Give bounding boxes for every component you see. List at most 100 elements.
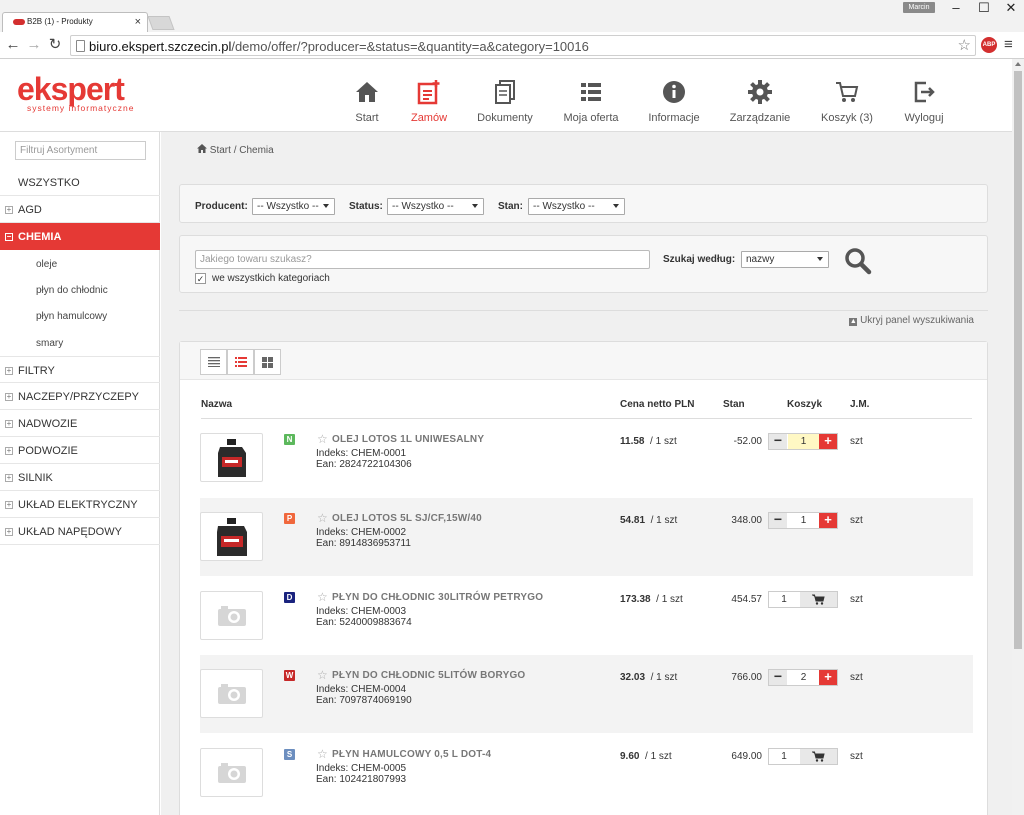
product-name[interactable]: OLEJ LOTOS 1L UNIWESALNY: [332, 434, 484, 445]
window-close-icon[interactable]: ✕: [997, 0, 1024, 16]
quantity-input[interactable]: 1: [769, 749, 799, 764]
minimize-icon[interactable]: –: [942, 0, 970, 16]
sidebar-item-silnik[interactable]: + SILNIK: [0, 464, 160, 491]
quantity-input[interactable]: 2: [788, 670, 819, 685]
scrollbar-thumb[interactable]: [1014, 71, 1022, 649]
sidebar-item-electrical[interactable]: + UKŁAD ELEKTRYCZNY: [0, 491, 160, 518]
back-icon[interactable]: ←: [4, 36, 22, 54]
list-view-button[interactable]: [200, 349, 227, 375]
scroll-up-icon[interactable]: [1015, 62, 1021, 66]
grid-view-button[interactable]: [254, 349, 281, 375]
nav-logout[interactable]: Wyloguj: [902, 77, 946, 124]
quantity-input[interactable]: 1: [769, 592, 799, 607]
nav-info[interactable]: Informacje: [647, 77, 701, 124]
hide-search-panel-link[interactable]: ▲ Ukryj panel wyszukiwania: [849, 315, 974, 326]
reload-icon[interactable]: ↻: [46, 36, 64, 54]
sidebar-item-all[interactable]: WSZYSTKO: [0, 169, 160, 196]
add-to-cart-button[interactable]: [800, 592, 837, 607]
column-header-name[interactable]: Nazwa: [201, 399, 232, 410]
column-header-stock[interactable]: Stan: [723, 399, 745, 410]
producer-select[interactable]: -- Wszystko --: [252, 198, 335, 215]
quantity-input[interactable]: 1: [788, 513, 819, 528]
collapse-icon[interactable]: −: [5, 233, 13, 241]
assortment-filter-input[interactable]: Filtruj Asortyment: [15, 141, 146, 160]
all-categories-checkbox[interactable]: ✓: [195, 273, 206, 284]
increase-button[interactable]: +: [819, 670, 837, 685]
expand-icon[interactable]: +: [5, 393, 13, 401]
subcategory-grease[interactable]: smary: [36, 338, 63, 349]
nav-cart[interactable]: Koszyk (3): [820, 77, 874, 124]
increase-button[interactable]: +: [819, 513, 837, 528]
sidebar-item-naczepy[interactable]: + NACZEPY/PRZYCZEPY: [0, 383, 160, 410]
detailed-list-view-button[interactable]: [227, 349, 254, 375]
product-name[interactable]: PŁYN HAMULCOWY 0,5 L DOT-4: [332, 749, 491, 760]
breadcrumb-start[interactable]: Start: [210, 145, 231, 156]
expand-icon[interactable]: +: [5, 420, 13, 428]
table-row: D ☆ PŁYN DO CHŁODNIC 30LITRÓW PETRYGO In…: [200, 577, 973, 655]
home-icon: [346, 77, 388, 107]
camera-placeholder-icon[interactable]: [200, 669, 263, 718]
subcategory-coolant[interactable]: płyn do chłodnic: [36, 285, 108, 296]
nav-start[interactable]: Start: [346, 77, 388, 124]
favorite-star-icon[interactable]: ☆: [317, 511, 328, 525]
oil-bottle-image[interactable]: [200, 512, 263, 561]
subcategory-brake-fluid[interactable]: płyn hamulcowy: [36, 311, 107, 322]
quantity-input[interactable]: 1: [788, 434, 819, 449]
search-by-select[interactable]: nazwy: [741, 251, 829, 268]
logo[interactable]: ekspert systemy informatyczne: [17, 73, 134, 113]
new-tab-button[interactable]: [147, 16, 175, 30]
product-name[interactable]: PŁYN DO CHŁODNIC 5LITÓW BORYGO: [332, 670, 525, 681]
tab-close-icon[interactable]: ×: [135, 16, 141, 28]
search-icon[interactable]: [844, 247, 872, 275]
decrease-button[interactable]: −: [769, 669, 787, 685]
oil-bottle-image[interactable]: [200, 433, 263, 482]
expand-icon[interactable]: +: [5, 367, 13, 375]
sidebar-item-podwozie[interactable]: + PODWOZIE: [0, 437, 160, 464]
favorite-star-icon[interactable]: ☆: [317, 668, 328, 682]
product-name[interactable]: OLEJ LOTOS 5L SJ/CF,15W/40: [332, 513, 482, 524]
browser-menu-icon[interactable]: ≡: [1004, 36, 1013, 53]
sidebar-item-chemia[interactable]: − CHEMIA: [0, 223, 160, 250]
nav-order[interactable]: Zamów: [406, 77, 452, 124]
favorite-star-icon[interactable]: ☆: [317, 747, 328, 761]
sidebar-item-nadwozie[interactable]: + NADWOZIE: [0, 410, 160, 437]
expand-icon[interactable]: +: [5, 206, 13, 214]
address-bar[interactable]: biuro.ekspert.szczecin.pl/demo/offer/?pr…: [70, 35, 976, 56]
maximize-icon[interactable]: ☐: [970, 0, 998, 16]
stan-select[interactable]: -- Wszystko --: [528, 198, 625, 215]
expand-icon[interactable]: +: [5, 528, 13, 536]
status-select[interactable]: -- Wszystko --: [387, 198, 484, 215]
nav-label: Koszyk (3): [821, 112, 873, 124]
expand-icon[interactable]: +: [5, 474, 13, 482]
breadcrumb-current: Chemia: [239, 145, 274, 156]
bookmark-star-icon[interactable]: ☆: [958, 36, 971, 54]
nav-management[interactable]: Zarządzanie: [729, 77, 791, 124]
expand-icon[interactable]: +: [5, 447, 13, 455]
subcategory-oleje[interactable]: oleje: [36, 259, 57, 270]
forward-icon[interactable]: →: [25, 36, 43, 54]
scrollbar[interactable]: [1012, 59, 1024, 815]
decrease-button[interactable]: −: [769, 512, 787, 528]
increase-button[interactable]: +: [819, 434, 837, 449]
column-header-price[interactable]: Cena netto PLN: [620, 399, 694, 410]
nav-documents[interactable]: Dokumenty: [477, 77, 533, 124]
browser-user-badge[interactable]: Marcin: [903, 2, 935, 13]
browser-toolbar: ← → ↻ biuro.ekspert.szczecin.pl/demo/off…: [0, 32, 1024, 59]
decrease-button[interactable]: −: [769, 433, 787, 449]
nav-my-offer[interactable]: Moja oferta: [562, 77, 620, 124]
add-to-cart-button[interactable]: [800, 749, 837, 764]
sidebar-item-agd[interactable]: + AGD: [0, 196, 160, 223]
sidebar-item-filtry[interactable]: + FILTRY: [0, 356, 160, 383]
browser-tab[interactable]: B2B (1) - Produkty ×: [2, 12, 148, 32]
expand-icon[interactable]: +: [5, 501, 13, 509]
favorite-star-icon[interactable]: ☆: [317, 590, 328, 604]
favorite-star-icon[interactable]: ☆: [317, 432, 328, 446]
adblock-icon[interactable]: ABP: [981, 37, 997, 53]
camera-placeholder-icon[interactable]: [200, 748, 263, 797]
product-name[interactable]: PŁYN DO CHŁODNIC 30LITRÓW PETRYGO: [332, 592, 543, 603]
chevron-up-icon: ▲: [849, 318, 858, 326]
sidebar-item-drivetrain[interactable]: + UKŁAD NAPĘDOWY: [0, 518, 160, 545]
camera-placeholder-icon[interactable]: [200, 591, 263, 640]
grid-icon: [262, 356, 273, 368]
search-input[interactable]: Jakiego towaru szukasz?: [195, 250, 650, 269]
